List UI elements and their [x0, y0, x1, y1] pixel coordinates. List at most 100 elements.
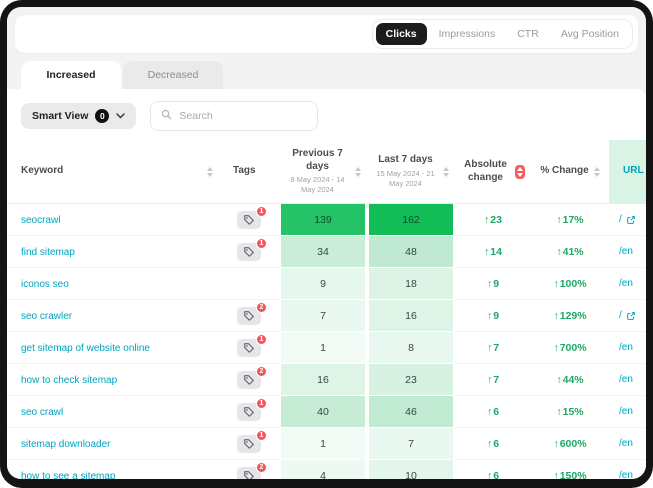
tag-count-badge: 1: [256, 206, 267, 217]
metric-tab-avg-position[interactable]: Avg Position: [551, 23, 629, 45]
last-value-cell: 16: [367, 300, 455, 332]
prev-value-cell: 1: [279, 332, 367, 364]
smart-view-button[interactable]: Smart View 0: [21, 103, 136, 129]
keyword-link[interactable]: get sitemap of website online: [21, 343, 150, 354]
keyword-link[interactable]: seo crawler: [21, 311, 72, 322]
tags-cell: 2: [219, 460, 279, 479]
header-absolute-change[interactable]: Absolute change: [455, 140, 531, 204]
prev-value-cell: 1: [279, 428, 367, 460]
percent-change-value: 15%: [563, 406, 584, 418]
tag-icon[interactable]: 1: [237, 211, 261, 229]
up-arrow-icon: ↑: [556, 246, 561, 258]
last-value-cell: 48: [367, 236, 455, 268]
tag-icon[interactable]: 1: [237, 435, 261, 453]
metric-tab-impressions[interactable]: Impressions: [429, 23, 506, 45]
last-value-cell: 46: [367, 396, 455, 428]
percent-change-value: 41%: [563, 246, 584, 258]
tag-icon[interactable]: 1: [237, 403, 261, 421]
url-link[interactable]: /en: [619, 470, 633, 479]
url-link[interactable]: /en: [619, 406, 633, 417]
url-link[interactable]: /en: [619, 438, 633, 449]
table-row: seocrawl 1 139 162 ↑23 ↑17% /: [7, 204, 646, 236]
up-arrow-icon: ↑: [553, 278, 558, 290]
percent-change-value: 700%: [560, 342, 587, 354]
percent-change-value: 44%: [563, 374, 584, 386]
table-row: seo crawl 1 40 46 ↑6 ↑15% /en: [7, 396, 646, 428]
sort-icon-previous[interactable]: [355, 167, 361, 177]
sort-icon-absolute-active[interactable]: [515, 165, 525, 179]
percent-change-value: 600%: [560, 438, 587, 450]
last-value-cell: 18: [367, 268, 455, 300]
keyword-link[interactable]: seo crawl: [21, 407, 63, 418]
keyword-link[interactable]: seocrawl: [21, 215, 60, 226]
tag-icon[interactable]: 2: [237, 371, 261, 389]
up-arrow-icon: ↑: [484, 214, 489, 226]
tab-decreased[interactable]: Decreased: [123, 61, 223, 89]
last-value-cell: 7: [367, 428, 455, 460]
up-arrow-icon: ↑: [556, 214, 561, 226]
keyword-link[interactable]: sitemap downloader: [21, 439, 111, 450]
sort-icon-percent[interactable]: [594, 167, 600, 177]
last-date-range: 15 May 2024 - 21 May 2024: [373, 169, 438, 189]
keyword-link[interactable]: how to check sitemap: [21, 375, 117, 386]
metric-tab-group: Clicks Impressions CTR Avg Position: [372, 19, 633, 49]
absolute-change-value: 9: [493, 310, 499, 322]
tags-cell: 1: [219, 396, 279, 428]
url-link[interactable]: /: [619, 310, 622, 321]
up-arrow-icon: ↑: [553, 310, 558, 322]
table-row: how to check sitemap 2 16 23 ↑7 ↑44% /en: [7, 364, 646, 396]
url-link[interactable]: /en: [619, 342, 633, 353]
tags-cell: [219, 268, 279, 300]
prev-value-cell: 16: [279, 364, 367, 396]
percent-change-value: 100%: [560, 278, 587, 290]
tag-icon[interactable]: 2: [237, 307, 261, 325]
up-arrow-icon: ↑: [487, 278, 492, 290]
url-link[interactable]: /en: [619, 374, 633, 385]
prev-value-cell: 40: [279, 396, 367, 428]
table-header-row: Keyword Tags Previous 7 days: [7, 140, 646, 204]
tag-icon[interactable]: 2: [237, 467, 261, 479]
url-link[interactable]: /: [619, 214, 622, 225]
tags-cell: 2: [219, 364, 279, 396]
header-last-7-days[interactable]: Last 7 days 15 May 2024 - 21 May 2024: [367, 140, 455, 204]
url-link[interactable]: /en: [619, 278, 633, 289]
up-arrow-icon: ↑: [487, 406, 492, 418]
tag-icon[interactable]: 1: [237, 339, 261, 357]
tag-icon[interactable]: 1: [237, 243, 261, 261]
tag-count-badge: 1: [256, 430, 267, 441]
header-keyword[interactable]: Keyword: [7, 140, 219, 204]
tag-count-badge: 1: [256, 334, 267, 345]
tab-increased[interactable]: Increased: [21, 61, 121, 89]
sort-icon-keyword[interactable]: [207, 167, 213, 177]
header-url[interactable]: URL: [609, 140, 646, 204]
search-icon: [161, 107, 172, 125]
header-percent-change[interactable]: % Change: [531, 140, 609, 204]
keywords-table-wrap: Keyword Tags Previous 7 days: [7, 140, 646, 479]
search-input[interactable]: [179, 110, 307, 122]
prev-value-cell: 9: [279, 268, 367, 300]
chevron-down-icon: [116, 110, 125, 122]
tag-count-badge: 2: [256, 302, 267, 313]
metric-tab-clicks[interactable]: Clicks: [376, 23, 427, 45]
keyword-link[interactable]: find sitemap: [21, 247, 75, 258]
tag-count-badge: 1: [256, 238, 267, 249]
keyword-link[interactable]: iconos seo: [21, 279, 69, 290]
header-previous-7-days[interactable]: Previous 7 days 8 May 2024 - 14 May 2024: [279, 140, 367, 204]
sort-icon-last[interactable]: [443, 167, 449, 177]
url-link[interactable]: /en: [619, 246, 633, 257]
up-arrow-icon: ↑: [556, 374, 561, 386]
prev-value-cell: 139: [279, 204, 367, 236]
keyword-link[interactable]: how to see a sitemap: [21, 471, 116, 479]
external-link-icon[interactable]: [626, 311, 636, 321]
smart-view-count-badge: 0: [95, 109, 109, 123]
metric-tab-ctr[interactable]: CTR: [507, 23, 549, 45]
up-arrow-icon: ↑: [553, 470, 558, 479]
table-row: find sitemap 1 34 48 ↑14 ↑41% /en: [7, 236, 646, 268]
up-arrow-icon: ↑: [553, 438, 558, 450]
external-link-icon[interactable]: [626, 215, 636, 225]
prev-value-cell: 7: [279, 300, 367, 332]
absolute-change-value: 9: [493, 278, 499, 290]
table-body: seocrawl 1 139 162 ↑23 ↑17% / find sitem…: [7, 204, 646, 479]
prev-value-cell: 34: [279, 236, 367, 268]
top-bar: Clicks Impressions CTR Avg Position: [15, 15, 638, 53]
